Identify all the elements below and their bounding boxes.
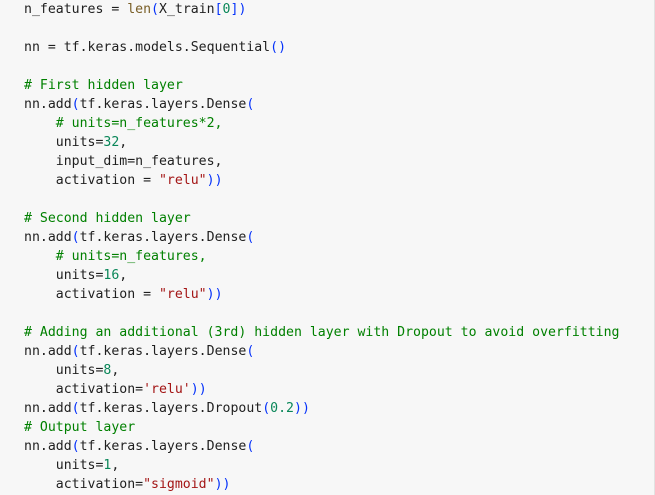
code-token-number: 32 [103,135,120,150]
code-token-bracket: ) [206,287,215,302]
code-token-bracket: ) [294,401,302,416]
code-token-comment: # units=n_features, [55,249,207,264]
code-token-default: activation = [24,287,159,302]
code-token-comment: # Adding an additional (3rd) hidden laye… [24,325,620,340]
code-token-default: units= [24,458,104,473]
code-line-units-16: units=16, [24,266,619,285]
code-token-default: activation= [24,477,144,492]
code-block[interactable]: n_features = len(X_train[0])​nn = tf.ker… [24,0,619,494]
code-line-comment-units-n-features: # units=n_features, [24,247,619,266]
code-token-default: , [119,135,128,150]
code-token-default: activation = [24,173,159,188]
code-token-string: "relu" [158,287,207,302]
code-token-comment: # Output layer [24,420,136,435]
code-token-bracket: ) [301,401,310,416]
code-line-comment-third-hidden-layer: # Adding an additional (3rd) hidden laye… [24,323,619,342]
code-token-bracket: ) [214,173,223,188]
code-token-default: nn.add [24,97,72,112]
code-token-bracket: ( [71,439,80,454]
code-line-blank: ​ [24,19,619,38]
code-line-comment-second-hidden-layer: # Second hidden layer [24,209,619,228]
code-token-default: nn.add [24,401,72,416]
code-token-bracket: ( [151,2,159,17]
code-token-default: nn.add [24,439,72,454]
code-token-default [24,116,56,131]
code-token-builtin: len [127,2,152,17]
code-line-comment-output-layer: # Output layer [24,418,619,437]
code-token-string: "relu" [158,173,207,188]
code-token-default: tf.keras.layers.Dense [79,230,247,245]
code-token-default: , [111,363,120,378]
code-line-nn-sequential: nn = tf.keras.models.Sequential() [24,38,619,57]
code-token-bracket: () [270,40,287,55]
code-token-bracket: ( [246,344,255,359]
code-line-nn-add-dense-2: nn.add(tf.keras.layers.Dense( [24,228,619,247]
code-token-bracket: ) [206,173,215,188]
code-token-default: , [119,268,128,283]
code-line-units-1: units=1, [24,456,619,475]
code-token-default: X_train [159,2,215,17]
code-token-default: , [111,458,120,473]
code-line-units-8: units=8, [24,361,619,380]
code-token-string: "sigmoid" [143,477,215,492]
code-token-bracket: ) [198,382,207,397]
code-line-nn-add-dropout: nn.add(tf.keras.layers.Dropout(0.2)) [24,399,619,418]
code-token-default: nn = tf.keras.models.Sequential [24,40,271,55]
code-token-bracket: ( [246,97,255,112]
code-token-default: nn.add [24,230,72,245]
code-token-default: tf.keras.layers.Dense [79,439,247,454]
code-line-units-32: units=32, [24,133,619,152]
code-token-bracket: ( [246,439,255,454]
code-token-number: 0.2 [270,401,294,416]
code-token-default: input_dim=n_features, [24,154,223,169]
code-token-number: 16 [103,268,120,283]
code-token-bracket: ) [238,2,247,17]
code-line-activation-sigmoid: activation="sigmoid")) [24,475,619,494]
code-token-default: units= [24,363,104,378]
code-line-blank: ​ [24,57,619,76]
code-token-default: tf.keras.layers.Dense [79,97,247,112]
code-token-default: tf.keras.layers.Dense [79,344,247,359]
code-token-default: tf.keras.layers.Dropout [79,401,263,416]
code-line-activation-relu-2: activation = "relu")) [24,285,619,304]
code-line-comment-first-hidden-layer: # First hidden layer [24,76,619,95]
code-token-bracket: ( [71,230,80,245]
code-token-default: units= [24,135,104,150]
code-token-bracket: ) [190,382,199,397]
code-line-n-features-assignment: n_features = len(X_train[0]) [24,0,619,19]
code-line-blank: ​ [24,190,619,209]
code-token-default: units= [24,268,104,283]
code-token-default: nn.add [24,344,72,359]
code-token-comment: # Second hidden layer [24,211,191,226]
code-token-bracket: ) [214,287,223,302]
code-token-bracket: ( [71,401,80,416]
code-token-default: activation= [24,382,144,397]
code-token-bracket: ( [262,401,271,416]
code-line-activation-relu-3: activation='relu')) [24,380,619,399]
code-token-default [24,249,56,264]
code-line-input-dim: input_dim=n_features, [24,152,619,171]
code-line-blank: ​ [24,304,619,323]
code-line-nn-add-dense-output: nn.add(tf.keras.layers.Dense( [24,437,619,456]
code-token-bracket: [ [214,2,223,17]
code-line-nn-add-dense-1: nn.add(tf.keras.layers.Dense( [24,95,619,114]
code-token-string: 'relu' [143,382,191,397]
code-editor[interactable]: n_features = len(X_train[0])​nn = tf.ker… [0,0,655,495]
code-token-bracket: ) [214,477,223,492]
code-token-bracket: ( [71,344,80,359]
code-line-comment-units-n-features-2: # units=n_features*2, [24,114,619,133]
code-token-default: n_features = [24,2,128,17]
code-token-comment: # First hidden layer [24,78,183,93]
code-token-bracket: ( [246,230,255,245]
code-token-bracket: ) [222,477,231,492]
code-line-nn-add-dense-3: nn.add(tf.keras.layers.Dense( [24,342,619,361]
code-token-bracket: ( [71,97,80,112]
code-line-activation-relu-1: activation = "relu")) [24,171,619,190]
code-token-comment: # units=n_features*2, [55,116,223,131]
